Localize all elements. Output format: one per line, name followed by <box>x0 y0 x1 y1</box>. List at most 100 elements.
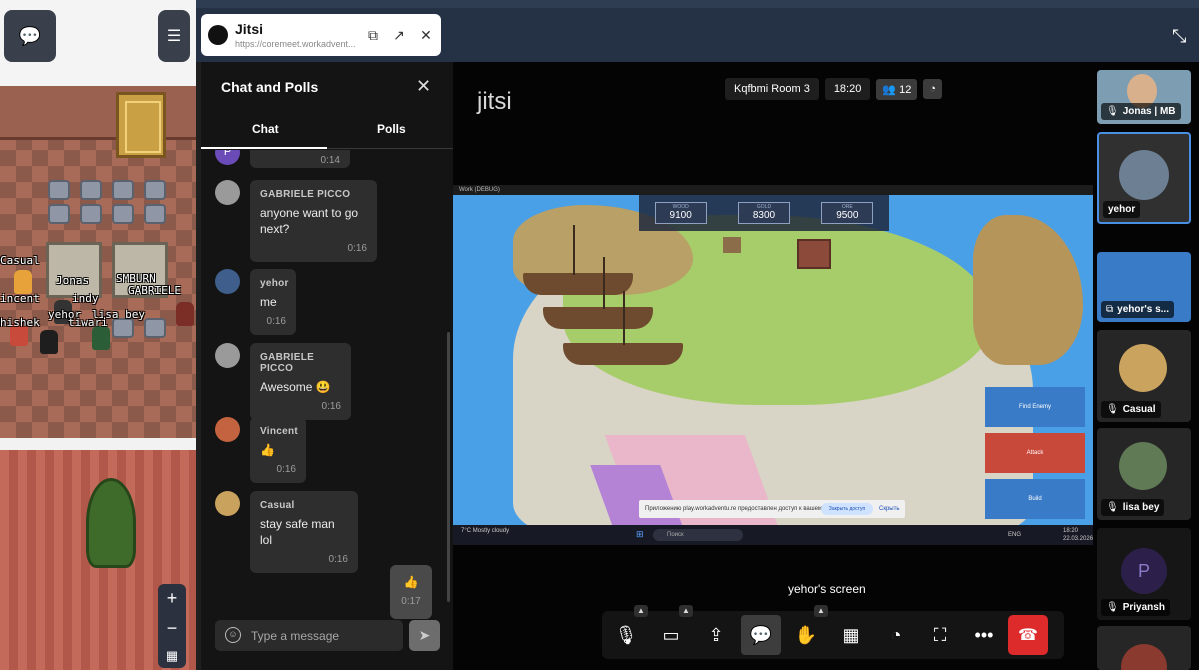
room-name: Kqfbmi Room 3 <box>725 78 819 100</box>
popup-title: Jitsi <box>235 21 264 37</box>
message-text: stay safe man lol <box>260 517 335 547</box>
reactions-caret-icon[interactable]: ▲ <box>814 605 828 617</box>
participant-name: yehor's s... <box>1117 304 1169 315</box>
participant-name: Casual <box>1122 404 1156 415</box>
camera-options-caret-icon[interactable]: ▲ <box>679 605 693 617</box>
chat-bubble-icon[interactable]: 💬 <box>4 10 56 62</box>
raise-hand-button[interactable]: ✋ <box>786 615 826 655</box>
ship-mast <box>573 225 575 275</box>
menu-icon[interactable]: ☰ <box>158 10 190 62</box>
taskbar-search[interactable]: Поиск <box>653 529 743 541</box>
zoom-out-button[interactable]: − <box>167 618 178 639</box>
fullscreen-button[interactable]: ⛶ <box>920 615 960 655</box>
close-icon[interactable]: ✕ <box>418 27 434 43</box>
map-chair <box>112 318 134 338</box>
participant-tile[interactable] <box>1097 626 1191 670</box>
game-map[interactable]: Casual Jonas SMBURN GABRIELE incent indy… <box>0 0 196 670</box>
send-button[interactable]: ➤ <box>409 620 440 651</box>
collapse-icon[interactable]: ⤡ <box>1172 26 1186 47</box>
participant-name-label: ⧉ yehor's s... <box>1101 301 1174 318</box>
message-input[interactable] <box>249 626 397 645</box>
participant-name: Jonas | MB <box>1122 106 1176 117</box>
avatar <box>215 180 240 205</box>
map-icon[interactable]: ▦ <box>166 648 178 664</box>
tab-polls[interactable]: Polls <box>377 122 406 136</box>
ship-mast <box>623 291 625 345</box>
tile-view-button[interactable]: ▦ <box>831 615 871 655</box>
close-chat-icon[interactable]: ✕ <box>416 76 431 97</box>
ship <box>563 343 683 365</box>
ship <box>543 307 653 329</box>
participant-tile[interactable]: 🎙 Casual <box>1097 330 1191 422</box>
shared-window-title: Work (DEBUG) <box>453 185 1093 195</box>
participant-tile[interactable]: ⧉ yehor's s... <box>1097 252 1191 322</box>
shared-screen[interactable]: Work (DEBUG) WOOD 9100 GOLD 8300 ORE 950… <box>453 185 1093 545</box>
avatar <box>215 417 240 442</box>
participant-avatar <box>1121 644 1167 670</box>
message-list[interactable]: P 0:14 GABRIELE PICCO anyone want to go … <box>201 150 453 620</box>
participant-name: yehor <box>1108 204 1136 215</box>
people-icon: 👥 <box>882 83 897 96</box>
participant-name-label: 🎙 Priyansh <box>1101 599 1170 616</box>
participant-tile[interactable]: 🎙 Jonas | MB <box>1097 70 1191 124</box>
map-avatar[interactable] <box>14 270 32 294</box>
map-chair <box>144 204 166 224</box>
attack-button[interactable]: Attack <box>985 433 1085 473</box>
performance-button[interactable]: ◔ <box>876 615 916 655</box>
chat-button[interactable]: 💬 <box>741 615 781 655</box>
resource-value: 8300 <box>752 210 776 221</box>
speedometer-icon[interactable]: ◔ <box>923 79 943 99</box>
participant-tile[interactable]: 🎙 lisa bey <box>1097 428 1191 520</box>
participant-name-label: 🎙 lisa bey <box>1101 499 1165 516</box>
mic-muted-icon: 🎙 <box>1106 602 1119 613</box>
mic-options-caret-icon[interactable]: ▲ <box>634 605 648 617</box>
camera-button[interactable]: ▭ <box>651 615 691 655</box>
map-name-tag: Jonas <box>56 274 90 287</box>
participants-count[interactable]: 👥 12 <box>876 78 918 100</box>
share-screen-button[interactable]: ⇪ <box>696 615 736 655</box>
message-time: 0:16 <box>347 243 367 254</box>
copy-icon[interactable]: ⧉ <box>365 27 381 43</box>
zoom-in-button[interactable]: + <box>167 588 178 609</box>
taskbar-clock: 18:20 22.03.2026 <box>1063 528 1093 542</box>
build-button[interactable]: Build <box>985 479 1085 519</box>
message-text: me <box>260 295 277 309</box>
participant-avatar <box>1119 344 1167 392</box>
map-chair <box>112 180 134 200</box>
map-chair <box>144 180 166 200</box>
stop-sharing-button[interactable]: Закрыть доступ <box>821 503 873 515</box>
hang-up-button[interactable]: ☎ <box>1008 615 1048 655</box>
message-sender: GABRIELE PICCO <box>260 352 315 374</box>
resource-gold: GOLD 8300 <box>737 202 790 224</box>
map-avatar[interactable] <box>176 302 194 326</box>
cliff-right <box>973 215 1083 365</box>
participant-avatar <box>1119 442 1167 490</box>
chat-scrollbar[interactable] <box>447 332 450 602</box>
participant-tile[interactable]: yehor <box>1097 132 1191 224</box>
message-time: 0:16 <box>276 464 296 475</box>
windows-start-icon[interactable]: ⊞ <box>636 529 644 540</box>
participant-tile[interactable]: P 🎙 Priyansh <box>1097 528 1191 620</box>
tab-active-indicator <box>201 147 327 149</box>
more-actions-button[interactable]: ••• <box>964 615 1004 655</box>
jitsi-popup-header: Jitsi https://coremeet.workadvent... ⧉ ↗… <box>201 14 441 56</box>
participant-name: Priyansh <box>1122 602 1165 613</box>
find-enemy-button[interactable]: Find Enemy <box>985 387 1085 427</box>
open-external-icon[interactable]: ↗ <box>391 27 407 43</box>
microphone-muted-button[interactable]: 🎙 <box>606 615 646 655</box>
map-avatar[interactable] <box>92 326 110 350</box>
message-sender: yehor <box>260 278 289 289</box>
map-avatar[interactable] <box>40 330 58 354</box>
tab-chat[interactable]: Chat <box>252 122 279 136</box>
hide-link[interactable]: Скрыть <box>879 500 899 518</box>
map-table <box>46 242 102 298</box>
language-indicator: ENG <box>1008 532 1022 538</box>
message-time: 0:17 <box>401 596 421 607</box>
message-bubble: Casual stay safe man lol 0:16 <box>250 491 358 573</box>
smiley-icon[interactable]: ☺ <box>225 627 241 643</box>
message-time: 0:16 <box>266 316 286 327</box>
own-message-bubble: 👍 0:17 <box>390 565 432 619</box>
weather: 7°C Mostly cloudy <box>461 528 510 534</box>
message-time: 0:14 <box>320 155 340 166</box>
jitsi-logo-icon <box>208 25 228 45</box>
